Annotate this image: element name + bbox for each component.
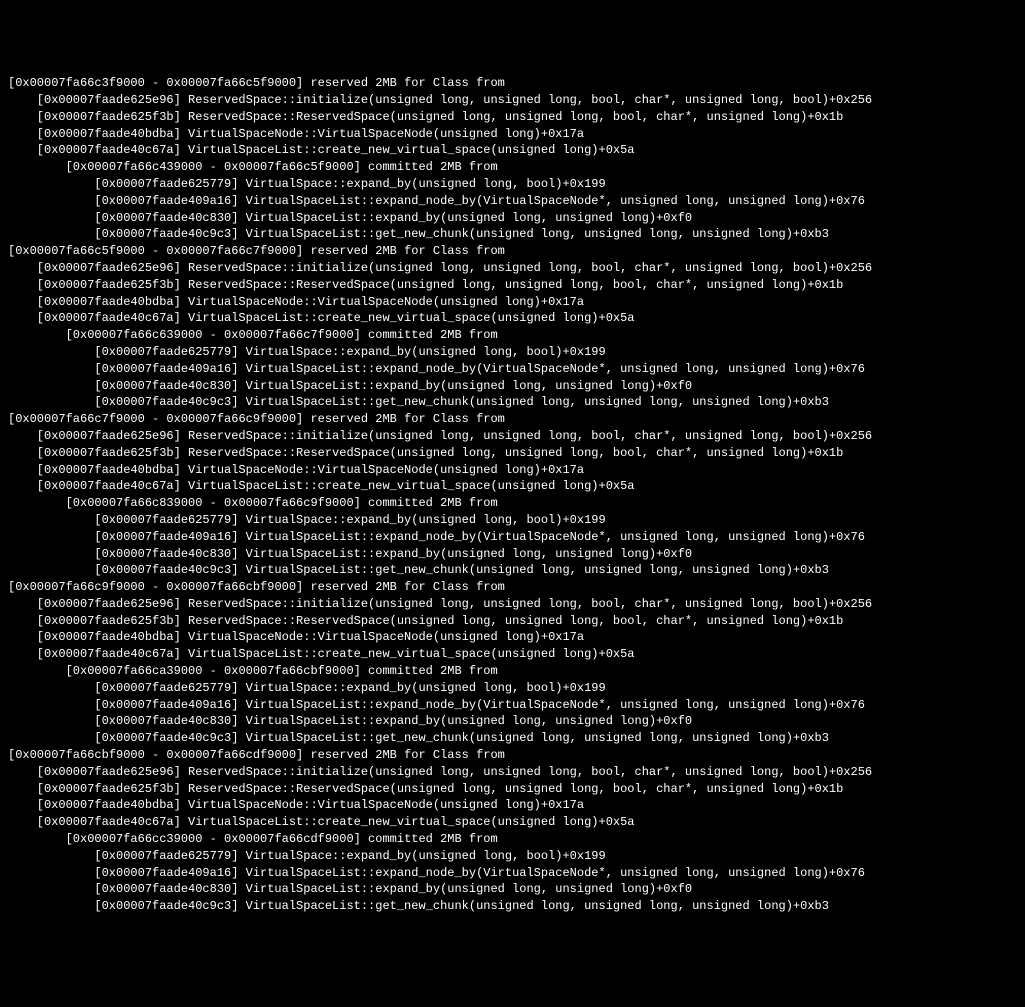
reserved-trace-line: [0x00007faade625f3b] ReservedSpace::Rese… [8, 109, 1017, 126]
reserved-header: [0x00007fa66c9f9000 - 0x00007fa66cbf9000… [8, 579, 1017, 596]
committed-trace-line: [0x00007faade625779] VirtualSpace::expan… [8, 512, 1017, 529]
committed-trace-line: [0x00007faade409a16] VirtualSpaceList::e… [8, 865, 1017, 882]
committed-trace-line: [0x00007faade625779] VirtualSpace::expan… [8, 680, 1017, 697]
committed-trace-line: [0x00007faade625779] VirtualSpace::expan… [8, 176, 1017, 193]
committed-trace-line: [0x00007faade409a16] VirtualSpaceList::e… [8, 361, 1017, 378]
committed-trace-line: [0x00007faade40c9c3] VirtualSpaceList::g… [8, 898, 1017, 915]
committed-trace-line: [0x00007faade40c9c3] VirtualSpaceList::g… [8, 730, 1017, 747]
reserved-header: [0x00007fa66c5f9000 - 0x00007fa66c7f9000… [8, 243, 1017, 260]
reserved-trace-line: [0x00007faade625e96] ReservedSpace::init… [8, 428, 1017, 445]
reserved-trace-line: [0x00007faade625e96] ReservedSpace::init… [8, 764, 1017, 781]
reserved-trace-line: [0x00007faade40c67a] VirtualSpaceList::c… [8, 478, 1017, 495]
reserved-trace-line: [0x00007faade40c67a] VirtualSpaceList::c… [8, 646, 1017, 663]
reserved-trace-line: [0x00007faade40c67a] VirtualSpaceList::c… [8, 142, 1017, 159]
reserved-trace-line: [0x00007faade625f3b] ReservedSpace::Rese… [8, 613, 1017, 630]
committed-trace-line: [0x00007faade409a16] VirtualSpaceList::e… [8, 193, 1017, 210]
committed-trace-line: [0x00007faade625779] VirtualSpace::expan… [8, 848, 1017, 865]
committed-trace-line: [0x00007faade40c830] VirtualSpaceList::e… [8, 546, 1017, 563]
committed-trace-line: [0x00007faade409a16] VirtualSpaceList::e… [8, 529, 1017, 546]
committed-header: [0x00007fa66cc39000 - 0x00007fa66cdf9000… [8, 831, 1017, 848]
reserved-trace-line: [0x00007faade625f3b] ReservedSpace::Rese… [8, 445, 1017, 462]
reserved-trace-line: [0x00007faade40bdba] VirtualSpaceNode::V… [8, 126, 1017, 143]
memory-log-output: [0x00007fa66c3f9000 - 0x00007fa66c5f9000… [8, 75, 1017, 915]
reserved-header: [0x00007fa66cbf9000 - 0x00007fa66cdf9000… [8, 747, 1017, 764]
reserved-header: [0x00007fa66c7f9000 - 0x00007fa66c9f9000… [8, 411, 1017, 428]
committed-trace-line: [0x00007faade40c830] VirtualSpaceList::e… [8, 210, 1017, 227]
committed-trace-line: [0x00007faade625779] VirtualSpace::expan… [8, 344, 1017, 361]
reserved-header: [0x00007fa66c3f9000 - 0x00007fa66c5f9000… [8, 75, 1017, 92]
reserved-trace-line: [0x00007faade625e96] ReservedSpace::init… [8, 260, 1017, 277]
reserved-trace-line: [0x00007faade625e96] ReservedSpace::init… [8, 92, 1017, 109]
reserved-trace-line: [0x00007faade40c67a] VirtualSpaceList::c… [8, 310, 1017, 327]
reserved-trace-line: [0x00007faade625f3b] ReservedSpace::Rese… [8, 781, 1017, 798]
committed-trace-line: [0x00007faade40c830] VirtualSpaceList::e… [8, 881, 1017, 898]
reserved-trace-line: [0x00007faade40c67a] VirtualSpaceList::c… [8, 814, 1017, 831]
committed-trace-line: [0x00007faade40c9c3] VirtualSpaceList::g… [8, 394, 1017, 411]
committed-header: [0x00007fa66c839000 - 0x00007fa66c9f9000… [8, 495, 1017, 512]
reserved-trace-line: [0x00007faade40bdba] VirtualSpaceNode::V… [8, 294, 1017, 311]
committed-header: [0x00007fa66ca39000 - 0x00007fa66cbf9000… [8, 663, 1017, 680]
committed-header: [0x00007fa66c639000 - 0x00007fa66c7f9000… [8, 327, 1017, 344]
reserved-trace-line: [0x00007faade40bdba] VirtualSpaceNode::V… [8, 629, 1017, 646]
reserved-trace-line: [0x00007faade40bdba] VirtualSpaceNode::V… [8, 797, 1017, 814]
committed-trace-line: [0x00007faade40c830] VirtualSpaceList::e… [8, 713, 1017, 730]
committed-trace-line: [0x00007faade40c9c3] VirtualSpaceList::g… [8, 562, 1017, 579]
reserved-trace-line: [0x00007faade40bdba] VirtualSpaceNode::V… [8, 462, 1017, 479]
reserved-trace-line: [0x00007faade625f3b] ReservedSpace::Rese… [8, 277, 1017, 294]
reserved-trace-line: [0x00007faade625e96] ReservedSpace::init… [8, 596, 1017, 613]
committed-trace-line: [0x00007faade40c9c3] VirtualSpaceList::g… [8, 226, 1017, 243]
committed-header: [0x00007fa66c439000 - 0x00007fa66c5f9000… [8, 159, 1017, 176]
committed-trace-line: [0x00007faade40c830] VirtualSpaceList::e… [8, 378, 1017, 395]
committed-trace-line: [0x00007faade409a16] VirtualSpaceList::e… [8, 697, 1017, 714]
